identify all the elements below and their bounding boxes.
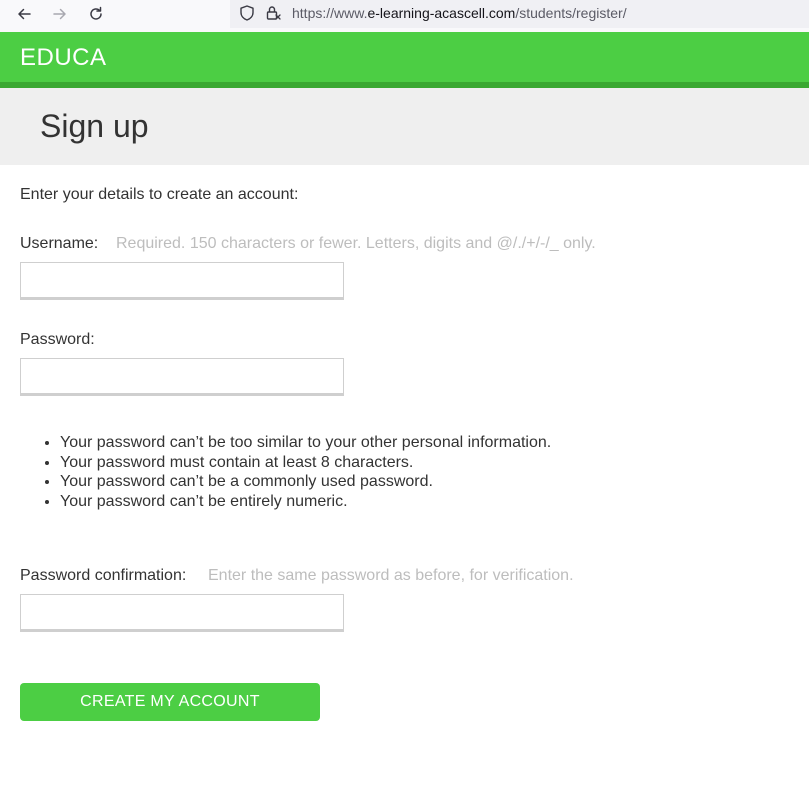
site-logo[interactable]: EDUCA [20,44,107,72]
password-input[interactable] [20,358,344,396]
browser-toolbar: https://www.e-learning-acascell.com/stud… [0,0,809,32]
shield-icon[interactable] [238,4,256,22]
password-rules-list: Your password can’t be too similar to yo… [20,433,551,511]
password-rule: Your password can’t be entirely numeric. [60,492,551,512]
url-text[interactable]: https://www.e-learning-acascell.com/stud… [292,5,627,21]
password-label: Password: [20,331,95,348]
url-prefix: https://www. [292,5,368,21]
username-input[interactable] [20,262,344,300]
page-header: Sign up [0,88,809,165]
password-rule: Your password can’t be a commonly used p… [60,472,551,492]
password-rule: Your password must contain at least 8 ch… [60,453,551,473]
password-confirmation-label: Password confirmation: [20,567,187,584]
password-confirmation-help-text: Enter the same password as before, for v… [208,567,574,584]
back-button[interactable] [12,3,36,25]
password-confirmation-input[interactable] [20,594,344,632]
address-bar[interactable]: https://www.e-learning-acascell.com/stud… [230,0,809,28]
site-header: EDUCA [0,32,809,88]
forward-button[interactable] [48,3,72,25]
username-label: Username: [20,235,99,252]
page-title: Sign up [40,108,149,144]
lock-icon[interactable] [264,4,282,22]
arrow-right-icon [53,8,66,20]
password-rule: Your password can’t be too similar to yo… [60,433,551,453]
reload-button[interactable] [84,3,108,25]
url-domain: e-learning-acascell.com [367,5,516,21]
intro-text: Enter your details to create an account: [20,186,299,203]
arrow-left-icon [18,8,31,20]
url-path: /students/register/ [515,5,627,21]
create-account-button[interactable]: CREATE MY ACCOUNT [20,683,320,721]
reload-icon [90,6,102,20]
username-help-text: Required. 150 characters or fewer. Lette… [116,235,596,252]
